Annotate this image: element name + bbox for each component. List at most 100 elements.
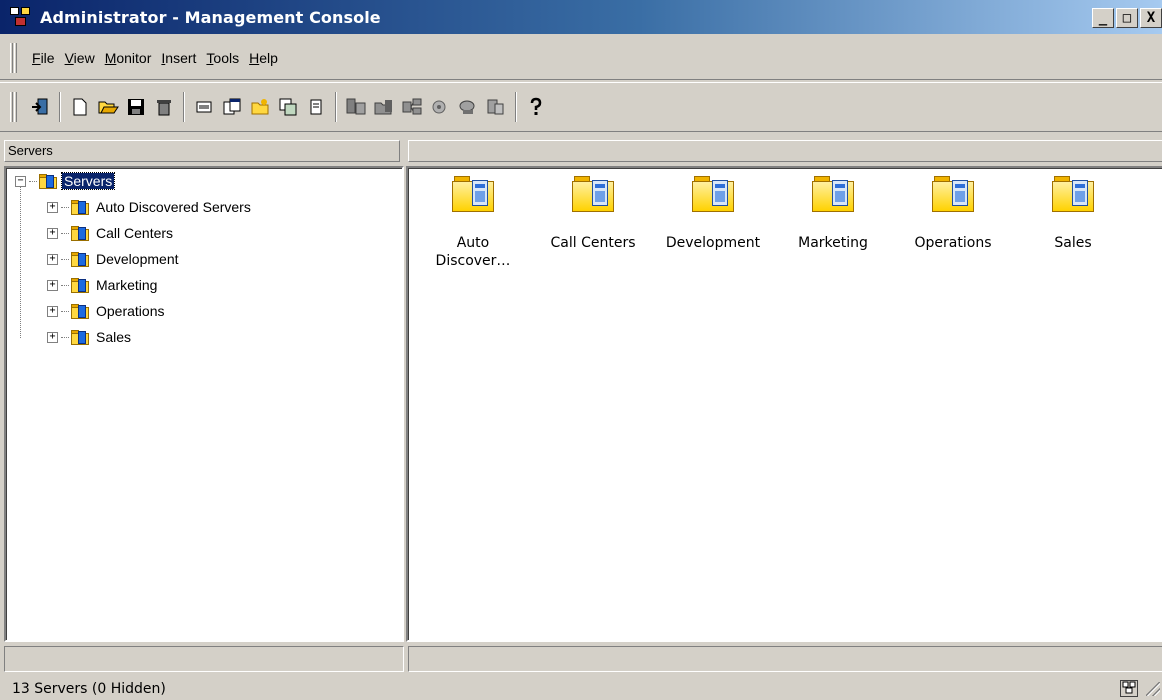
window-title: Administrator - Management Console: [40, 7, 381, 27]
menu-insert[interactable]: Insert: [156, 50, 201, 66]
toolbar-grip[interactable]: [10, 92, 13, 122]
menu-help-accel: H: [249, 49, 260, 66]
menu-bar: File View Monitor Insert Tools Help: [0, 36, 1162, 80]
maximize-button[interactable]: □: [1116, 8, 1138, 28]
list-item-call-centers[interactable]: Call Centers: [534, 176, 652, 252]
expand-icon[interactable]: +: [47, 331, 58, 343]
server-folder-icon: [39, 173, 57, 189]
tree-node-label[interactable]: Sales: [94, 329, 133, 345]
server-folder-icon: [71, 329, 89, 345]
tree-node-label[interactable]: Marketing: [94, 277, 159, 293]
menu-file-accel: F: [32, 49, 41, 66]
tree-item-call-centers[interactable]: + Call Centers: [47, 222, 175, 244]
new-folder-icon[interactable]: [247, 94, 273, 120]
server-folder-icon: [452, 176, 494, 212]
new-icon[interactable]: [67, 94, 93, 120]
minimize-icon: _: [1098, 10, 1108, 26]
tree-node-label[interactable]: Operations: [94, 303, 166, 319]
server-folder-icon: [71, 277, 89, 293]
tree-item-auto-discovered-servers[interactable]: + Auto Discovered Servers: [47, 196, 253, 218]
menu-view[interactable]: View: [60, 50, 100, 66]
expand-icon[interactable]: +: [47, 305, 58, 317]
exit-icon[interactable]: [27, 94, 53, 120]
server-folder-icon: [71, 303, 89, 319]
list-item-sales[interactable]: Sales: [1014, 176, 1132, 252]
collapse-icon[interactable]: −: [15, 175, 26, 187]
expand-icon[interactable]: +: [47, 227, 58, 239]
list-item-development[interactable]: Development: [654, 176, 772, 252]
list-item-label: Auto Discover…: [423, 234, 523, 270]
server-folder-icon: [692, 176, 734, 212]
expand-icon[interactable]: +: [47, 279, 58, 291]
menu-tools-label: ools: [213, 49, 240, 66]
refresh-icon[interactable]: [483, 94, 509, 120]
console-icon[interactable]: [455, 94, 481, 120]
minimize-button[interactable]: _: [1092, 8, 1114, 28]
delete-icon[interactable]: [151, 94, 177, 120]
menu-monitor[interactable]: Monitor: [100, 50, 157, 66]
status-text: 13 Servers (0 Hidden): [12, 681, 166, 697]
management-console-icon: [10, 7, 32, 27]
server-folder-icon: [572, 176, 614, 212]
tree-node-label[interactable]: Auto Discovered Servers: [94, 199, 253, 215]
list-pane-footer: [408, 646, 1162, 672]
expand-icon[interactable]: +: [47, 253, 58, 265]
menu-file[interactable]: File: [27, 50, 60, 66]
list-item-label-line2: Discover…: [435, 253, 511, 269]
tree-node-label[interactable]: Call Centers: [94, 225, 175, 241]
server-folder-icon: [71, 251, 89, 267]
toolbar: [0, 82, 1162, 132]
status-bar: 13 Servers (0 Hidden): [0, 678, 1162, 700]
server-folder-icon: [812, 176, 854, 212]
tree-root-servers[interactable]: − Servers: [15, 170, 116, 192]
server-icon[interactable]: [343, 94, 369, 120]
tree-item-marketing[interactable]: + Marketing: [47, 274, 159, 296]
monitor-icon[interactable]: [427, 94, 453, 120]
menu-view-accel: V: [64, 49, 74, 66]
list-item-auto-discovered-servers[interactable]: Auto Discover…: [414, 176, 532, 270]
tree-item-development[interactable]: + Development: [47, 248, 181, 270]
list-item-label: Call Centers: [550, 235, 636, 251]
close-icon: X: [1146, 10, 1156, 26]
network-status-icon[interactable]: [1120, 680, 1138, 697]
menu-grip-2: [14, 42, 17, 73]
list-view[interactable]: Auto Discover… Call Centers Development M…: [406, 166, 1162, 642]
open-icon[interactable]: [95, 94, 121, 120]
list-item-operations[interactable]: Operations: [894, 176, 1012, 252]
menu-tools[interactable]: Tools: [201, 50, 244, 66]
menu-file-label: ile: [40, 49, 55, 66]
tree-item-sales[interactable]: + Sales: [47, 326, 133, 348]
menu-help[interactable]: Help: [244, 50, 283, 66]
copy-icon[interactable]: [275, 94, 301, 120]
list-pane-header: [408, 140, 1162, 162]
tree-pane-header: Servers: [4, 140, 400, 162]
maximize-icon: □: [1122, 10, 1132, 26]
expand-icon[interactable]: +: [47, 201, 58, 213]
properties-icon[interactable]: [191, 94, 217, 120]
resize-grip[interactable]: [1146, 682, 1160, 696]
tree-item-operations[interactable]: + Operations: [47, 300, 166, 322]
menu-monitor-accel: M: [104, 49, 117, 66]
tree-view[interactable]: − Servers + Auto Discovered Servers + Ca…: [4, 166, 404, 642]
server-folder-icon: [71, 199, 89, 215]
save-icon[interactable]: [123, 94, 149, 120]
menu-grip[interactable]: [10, 42, 13, 73]
folder-server-icon[interactable]: [371, 94, 397, 120]
server-folder-icon: [71, 225, 89, 241]
title-bar[interactable]: Administrator - Management Console _ □ X: [0, 0, 1162, 34]
view-icon[interactable]: [303, 94, 329, 120]
list-item-label: Sales: [1054, 235, 1092, 251]
new-window-icon[interactable]: [219, 94, 245, 120]
close-button[interactable]: X: [1140, 8, 1162, 28]
list-item-label: Operations: [914, 235, 992, 251]
list-item-label: Development: [665, 235, 761, 251]
toolbar-grip-2: [14, 92, 17, 122]
tree-node-label[interactable]: Servers: [60, 172, 116, 190]
list-item-label-line1: Auto: [456, 235, 490, 251]
list-item-marketing[interactable]: Marketing: [774, 176, 892, 252]
server-folder-icon: [1052, 176, 1094, 212]
tree-node-label[interactable]: Development: [94, 251, 181, 267]
help-icon[interactable]: [523, 94, 549, 120]
menu-help-label: elp: [259, 49, 278, 66]
network-icon[interactable]: [399, 94, 425, 120]
